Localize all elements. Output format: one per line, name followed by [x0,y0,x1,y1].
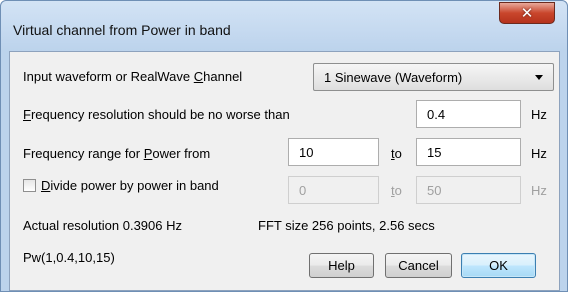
help-button[interactable]: Help [309,253,374,278]
resolution-input[interactable]: 0.4 [416,100,521,128]
cancel-button[interactable]: Cancel [385,253,452,278]
range-from-input[interactable]: 10 [288,138,379,166]
divide-from-input: 0 [288,176,379,204]
dialog-body: Input waveform or RealWave Channel 1 Sin… [9,51,560,291]
resolution-unit: Hz [531,107,547,122]
input-channel-value: 1 Sinewave (Waveform) [324,69,463,85]
divide-to-input: 50 [416,176,521,204]
dialog-window: Virtual channel from Power in band ✕ Inp… [0,0,568,292]
range-unit: Hz [531,146,547,161]
actual-resolution-text: Actual resolution 0.3906 Hz [23,218,182,233]
dropdown-arrow-icon [535,75,543,80]
input-channel-select[interactable]: 1 Sinewave (Waveform) [313,63,554,91]
divide-power-checkbox[interactable] [23,179,36,192]
frequency-range-label: Frequency range for Power from [23,146,211,161]
expression-text: Pw(1,0.4,10,15) [23,250,115,265]
ok-button[interactable]: OK [461,253,536,278]
close-button[interactable]: ✕ [499,2,555,24]
divide-power-label[interactable]: Divide power by power in band [41,178,219,193]
title-bar[interactable]: Virtual channel from Power in band ✕ [1,1,567,51]
fft-size-text: FFT size 256 points, 2.56 secs [258,218,435,233]
range-to-input[interactable]: 15 [416,138,521,166]
resolution-label: Frequency resolution should be no worse … [23,107,290,122]
close-icon: ✕ [520,4,534,22]
window-title: Virtual channel from Power in band [13,22,231,38]
range-to-label: to [391,146,402,161]
divide-to-label: to [391,183,402,198]
input-channel-label: Input waveform or RealWave Channel [23,69,243,84]
divide-unit: Hz [531,183,547,198]
